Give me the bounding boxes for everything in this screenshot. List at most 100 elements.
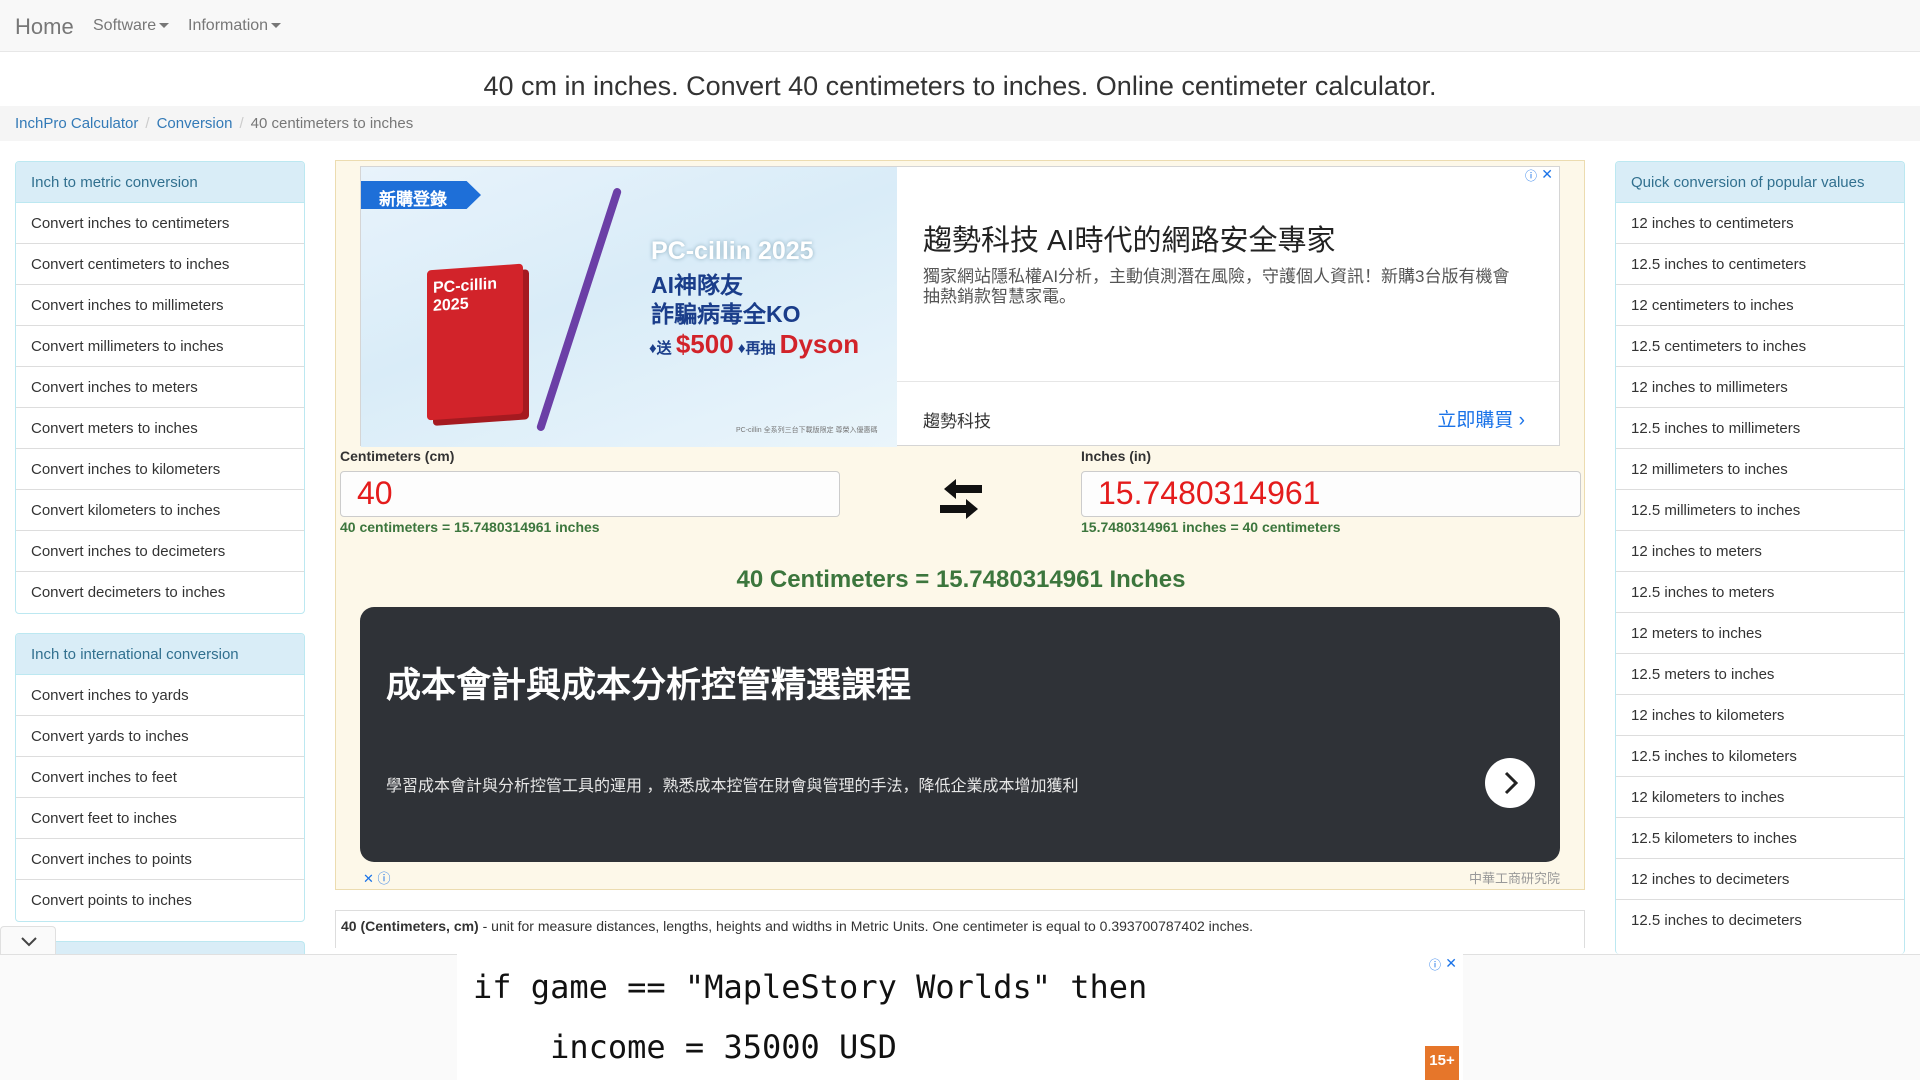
panel-link[interactable]: Convert inches to feet [16,757,304,798]
ad-headline-line2: 詐騙病毒全KO [651,301,801,327]
quick-link[interactable]: 12 inches to millimeters [1616,367,1904,408]
ad-headline: AI神隊友 詐騙病毒全KO [651,271,801,329]
panel-heading: Inch to international conversion [16,634,304,675]
inches-label: Inches (in) [1081,448,1152,464]
panel-link[interactable]: Convert inches to kilometers [16,449,304,490]
course-ad[interactable]: 成本會計與成本分析控管精選課程 學習成本會計與分析控管工具的運用 ，熟悉成本控管… [360,607,1560,862]
quick-link[interactable]: 12.5 inches to millimeters [1616,408,1904,449]
offer-price: $500 [675,329,734,359]
product-box-text: PC-cillin 2025 [433,275,498,315]
ad-description: 學習成本會計與分析控管工具的運用 ，熟悉成本控管在財會與管理的手法，降低企業成本… [386,778,1079,795]
quick-link[interactable]: 12.5 centimeters to inches [1616,326,1904,367]
page-title: 40 cm in inches. Convert 40 centimeters … [483,71,1437,101]
vacuum-image [535,187,623,432]
nav-information-label: Information [188,17,269,34]
quick-link[interactable]: 12.5 inches to kilometers [1616,736,1904,777]
panel-link[interactable]: Convert inches to centimeters [16,203,304,244]
metric-conversion-panel: Inch to metric conversion Convert inches… [15,161,305,614]
ad-title[interactable]: 趨勢科技 AI時代的網路安全專家 [923,217,1335,259]
ad-cta-label: 立即購買 [1437,410,1514,431]
ad-product-name: PC-cillin 2025 [651,237,814,265]
top-navbar: Home Software Information [0,0,1920,52]
popular-values-panel: Quick conversion of popular values 12 in… [1615,161,1905,954]
centimeters-input[interactable]: 40 [340,471,840,517]
breadcrumb-current: 40 centimeters to inches [250,115,414,132]
panel-heading: Quick conversion of popular values [1616,162,1904,203]
ad-info-icon[interactable]: ⓘ [1525,167,1537,184]
breadcrumb-home-link[interactable]: InchPro Calculator [15,115,138,132]
nav-software-label: Software [93,17,157,34]
caret-down-icon [271,23,282,29]
ad-advertiser: 趨勢科技 [923,412,991,431]
ad-title[interactable]: 成本會計與成本分析控管精選課程 [386,657,911,708]
breadcrumb-separator: / [239,115,244,132]
anchor-ad[interactable]: if game == "MapleStory Worlds" then inco… [457,954,1463,1080]
panel-link[interactable]: Convert kilometers to inches [16,490,304,531]
ad-description: 獨家網站隱私權AI分析，主動偵測潛在風險，守護個人資訊！新購3台版有機會抽熱銷款… [923,267,1510,306]
ad-product-image[interactable]: 新購登錄 PC-cillin 2025 PC-cillin 2025 AI神隊友… [361,167,897,447]
panel-link[interactable]: Convert decimeters to inches [16,572,304,613]
nav-information-dropdown[interactable]: Information [188,17,282,35]
description-text: - unit for measure distances, lengths, h… [478,918,1254,934]
quick-link[interactable]: 12.5 millimeters to inches [1616,490,1904,531]
ad-badge: 新購登錄 [361,181,481,209]
quick-link[interactable]: 12 inches to meters [1616,531,1904,572]
offer-brand: Dyson [779,329,860,359]
ad-offer: ♦送 $500 ♦再抽 Dyson [649,329,859,360]
nav-software-dropdown[interactable]: Software [93,17,170,35]
ad-info-icon[interactable]: ⓘ [1429,956,1441,973]
product-box-image: PC-cillin 2025 [427,263,523,421]
ad-next-button[interactable] [1485,758,1535,808]
panel-link[interactable]: Convert inches to yards [16,675,304,716]
quick-link[interactable]: 12 centimeters to inches [1616,285,1904,326]
quick-link[interactable]: 12 inches to decimeters [1616,859,1904,900]
swap-arrows-icon[interactable] [936,474,986,524]
panel-link[interactable]: Convert inches to millimeters [16,285,304,326]
breadcrumb-separator: / [145,115,150,132]
breadcrumb-conversion-link[interactable]: Conversion [157,115,233,132]
panel-link[interactable]: Convert feet to inches [16,798,304,839]
panel-link[interactable]: Convert centimeters to inches [16,244,304,285]
quick-link[interactable]: 12.5 meters to inches [1616,654,1904,695]
age-rating-logo: 15+ [1425,1046,1459,1080]
inches-input[interactable]: 15.7480314961 [1081,471,1581,517]
panel-link[interactable]: Convert meters to inches [16,408,304,449]
chevron-right-icon: › [1518,410,1525,431]
ad-cta-button[interactable]: 立即購買 › [1437,405,1525,432]
panel-link[interactable]: Convert inches to meters [16,367,304,408]
quick-link[interactable]: 12 meters to inches [1616,613,1904,654]
panel-link[interactable]: Convert yards to inches [16,716,304,757]
top-display-ad[interactable]: 新購登錄 PC-cillin 2025 PC-cillin 2025 AI神隊友… [360,166,1560,447]
chevron-down-icon [21,937,37,947]
description-term: 40 (Centimeters, cm) [341,918,479,934]
ad-close-icon[interactable]: ✕ [1541,166,1553,183]
quick-link[interactable]: 12.5 inches to centimeters [1616,244,1904,285]
centimeters-result-note: 40 centimeters = 15.7480314961 inches [340,519,600,535]
ad-source: 中華工商研究院 [1468,871,1560,886]
quick-link[interactable]: 12 inches to kilometers [1616,695,1904,736]
anchor-ad-line1: if game == "MapleStory Worlds" then [473,968,1148,1006]
ad-headline-line1: AI神隊友 [651,272,743,298]
panel-link[interactable]: Convert inches to decimeters [16,531,304,572]
chevron-right-icon [1504,771,1519,795]
panel-link[interactable]: Convert millimeters to inches [16,326,304,367]
inches-result-note: 15.7480314961 inches = 40 centimeters [1081,519,1341,535]
quick-link[interactable]: 12 millimeters to inches [1616,449,1904,490]
ad-choices-icon[interactable]: ✕ ⓘ [363,868,391,887]
centimeters-label: Centimeters (cm) [340,448,455,464]
quick-link[interactable]: 12.5 kilometers to inches [1616,818,1904,859]
ad-close-icon[interactable]: ✕ [1445,955,1457,972]
breadcrumb: InchPro Calculator / Conversion / 40 centime… [0,106,1920,141]
quick-link[interactable]: 12 kilometers to inches [1616,777,1904,818]
panel-heading: Inch to metric conversion [16,162,304,203]
panel-link[interactable]: Convert points to inches [16,880,304,921]
anchor-ad-line2: income = 35000 USD [473,1028,897,1066]
nav-home-link[interactable]: Home [15,14,74,40]
caret-down-icon [159,23,170,29]
panel-link[interactable]: Convert inches to points [16,839,304,880]
ad-fine-print: PC-cillin 全系列三台下載版限定 尊榮入優惠碼 [736,427,878,434]
quick-link[interactable]: 12.5 inches to decimeters [1616,900,1904,941]
quick-link[interactable]: 12.5 inches to meters [1616,572,1904,613]
anchor-ad-toggle[interactable] [0,926,56,954]
quick-link[interactable]: 12 inches to centimeters [1616,203,1904,244]
